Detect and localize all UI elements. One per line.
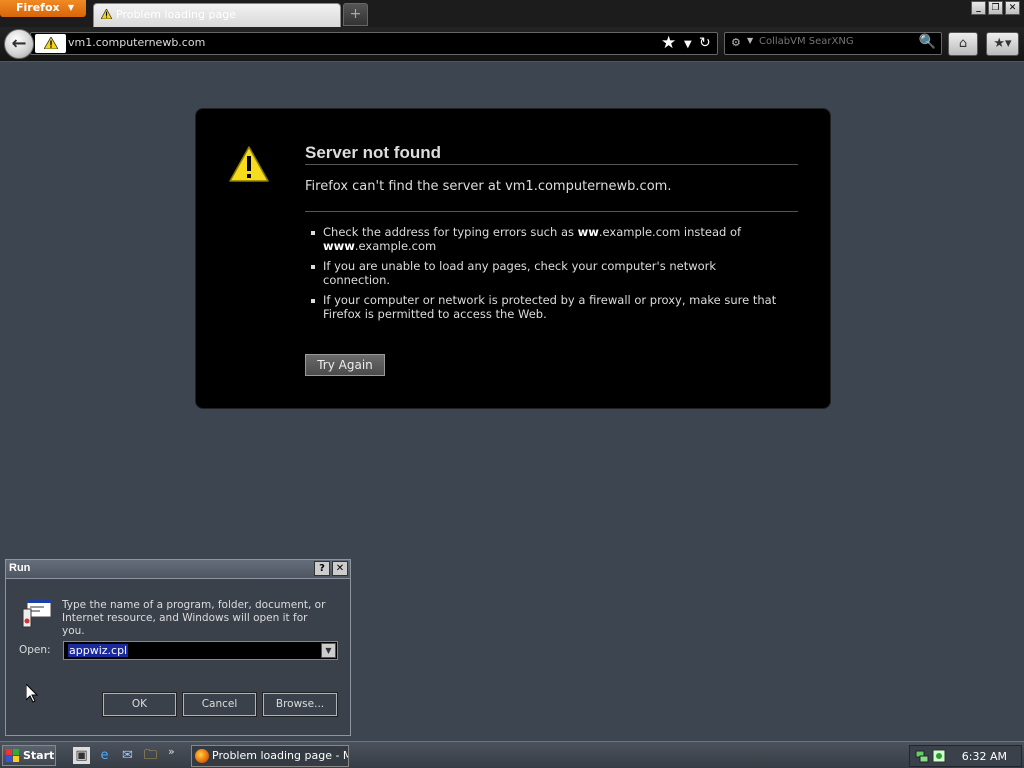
run-dialog-description: Type the name of a program, folder, docu… — [62, 599, 326, 637]
search-engine-icon[interactable]: ⚙ — [731, 36, 741, 49]
firefox-menu-label: Firefox — [16, 1, 60, 14]
close-button[interactable]: ✕ — [1005, 1, 1020, 15]
back-button[interactable]: ← — [4, 29, 34, 59]
warning-icon — [44, 37, 58, 49]
windows-logo-icon — [6, 749, 19, 762]
clock: 6:32 AM — [961, 750, 1007, 763]
error-title: Server not found — [305, 143, 442, 162]
internet-explorer-icon[interactable]: e — [96, 747, 113, 764]
show-desktop-icon[interactable]: ▣ — [73, 747, 90, 764]
tab-problem-loading[interactable]: Problem loading page — [93, 3, 341, 27]
bookmarks-menu-button[interactable]: ★▾ — [986, 32, 1019, 56]
list-item: If your computer or network is protected… — [309, 293, 779, 321]
search-input[interactable] — [759, 36, 909, 47]
bookmarks-menu-icon: ★▾ — [993, 36, 1012, 51]
tab-title: Problem loading page — [116, 8, 236, 21]
taskbar-item-firefox[interactable]: Problem loading page - M... — [191, 745, 349, 767]
run-dialog: Run ? ✕ Type the name of a program, fold… — [5, 559, 351, 736]
run-program-icon — [22, 598, 52, 628]
site-identity-button[interactable] — [35, 34, 66, 53]
list-item: If you are unable to load any pages, che… — [309, 259, 779, 287]
open-combobox[interactable]: appwiz.cpl ▼ — [63, 641, 338, 660]
system-tray: 6:32 AM — [909, 745, 1022, 767]
run-dialog-titlebar[interactable]: Run ? ✕ — [6, 560, 350, 579]
error-page-container: Server not found Firefox can't find the … — [195, 108, 831, 409]
run-dialog-title: Run — [9, 562, 31, 574]
list-item: Check the address for typing errors such… — [309, 225, 779, 253]
search-bar[interactable]: ⚙ ▼ 🔍 — [724, 32, 942, 55]
open-field[interactable]: appwiz.cpl — [68, 644, 129, 657]
back-arrow-icon: ← — [11, 33, 27, 54]
taskbar: Start ▣ e ✉ 🗀 » Problem loading page - M… — [0, 741, 1024, 768]
warning-triangle-icon — [229, 146, 269, 182]
bookmark-star-icon[interactable]: ★ — [661, 33, 676, 54]
quick-launch-more-icon[interactable]: » — [168, 745, 175, 758]
security-icon[interactable] — [932, 749, 946, 763]
history-dropdown-icon[interactable]: ▼ — [684, 34, 692, 55]
url-text[interactable]: vm1.computernewb.com — [68, 36, 205, 49]
network-icon[interactable] — [915, 749, 929, 763]
error-suggestions-list: Check the address for typing errors such… — [309, 225, 779, 327]
help-button[interactable]: ? — [314, 561, 330, 576]
firefox-icon — [195, 749, 209, 763]
url-bar[interactable]: vm1.computernewb.com ★ ▼ ↻ — [30, 32, 718, 55]
chevron-down-icon[interactable]: ▼ — [747, 36, 753, 45]
divider — [305, 211, 798, 212]
windows-explorer-icon[interactable]: 🗀 — [142, 747, 159, 764]
firefox-menu-button[interactable]: Firefox ▼ — [0, 0, 86, 17]
warning-icon — [101, 9, 112, 19]
error-description: Firefox can't find the server at vm1.com… — [305, 179, 672, 194]
start-button[interactable]: Start — [2, 745, 56, 766]
close-button[interactable]: ✕ — [332, 561, 348, 576]
new-tab-button[interactable]: + — [343, 3, 368, 26]
divider — [305, 164, 798, 165]
outlook-express-icon[interactable]: ✉ — [119, 747, 136, 764]
reload-icon[interactable]: ↻ — [699, 33, 711, 54]
chevron-down-icon: ▼ — [67, 3, 74, 12]
mouse-cursor-icon — [26, 684, 38, 703]
home-icon: ⌂ — [958, 36, 968, 51]
start-label: Start — [23, 749, 55, 762]
browse-button[interactable]: Browse... — [262, 692, 338, 717]
ok-button[interactable]: OK — [102, 692, 177, 717]
minimize-button[interactable]: _ — [971, 1, 986, 15]
firefox-titlebar: Firefox ▼ Problem loading page + _ ❐ ✕ — [0, 0, 1024, 27]
chevron-down-icon[interactable]: ▼ — [321, 643, 336, 658]
cancel-button[interactable]: Cancel — [182, 692, 257, 717]
navigation-toolbar: vm1.computernewb.com ★ ▼ ↻ ← ⚙ ▼ 🔍 ⌂ ★▾ — [0, 27, 1024, 62]
open-label: Open: — [19, 644, 51, 656]
try-again-button[interactable]: Try Again — [305, 354, 385, 376]
home-button[interactable]: ⌂ — [948, 32, 978, 56]
restore-button[interactable]: ❐ — [988, 1, 1003, 15]
magnifier-icon[interactable]: 🔍 — [919, 34, 936, 50]
taskbar-item-label: Problem loading page - M... — [212, 749, 349, 762]
